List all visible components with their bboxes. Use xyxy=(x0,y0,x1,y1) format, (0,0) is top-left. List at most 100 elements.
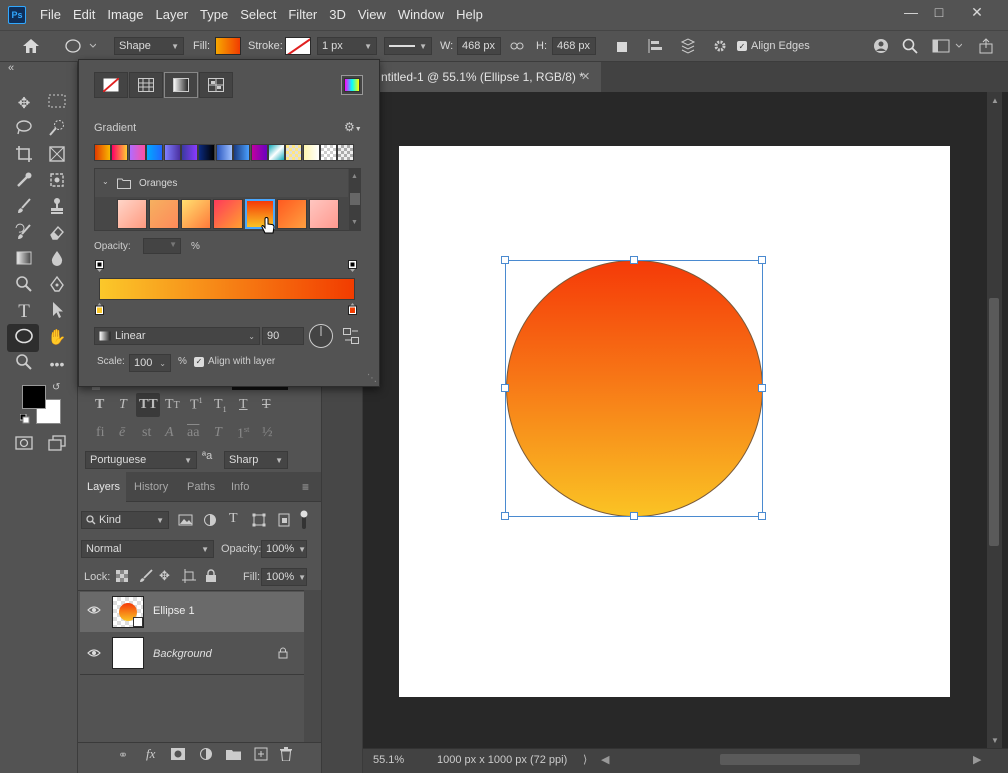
presets-scroll-up-icon[interactable]: ▲ xyxy=(351,173,358,180)
close-icon[interactable]: ✕ xyxy=(962,0,992,26)
foreground-color-swatch[interactable] xyxy=(22,385,46,409)
trash-icon[interactable] xyxy=(280,747,292,764)
layer-name[interactable]: Ellipse 1 xyxy=(153,605,195,617)
scroll-up-icon[interactable]: ▲ xyxy=(991,96,999,105)
add-mask-icon[interactable] xyxy=(171,748,185,763)
folder-header[interactable] xyxy=(95,169,348,197)
lock-artboard-icon[interactable] xyxy=(182,569,196,586)
fx-icon[interactable]: fx xyxy=(146,746,155,762)
pen-tool-icon[interactable] xyxy=(46,275,68,297)
stroke-swatch[interactable] xyxy=(285,37,311,55)
path-selection-tool-icon[interactable] xyxy=(46,301,68,323)
color-picker-button[interactable] xyxy=(341,75,363,95)
workspace-icon[interactable] xyxy=(932,31,962,61)
collapse-toolbar-icon[interactable]: « xyxy=(8,62,14,74)
visibility-eye-icon[interactable] xyxy=(87,605,101,618)
status-expand-icon[interactable]: ⟩ xyxy=(583,753,587,766)
faux-bold-icon[interactable]: T xyxy=(95,397,104,413)
recent-gradient-swatch[interactable] xyxy=(94,144,111,161)
menu-edit[interactable]: Edit xyxy=(67,0,101,30)
presets-scroll-thumb[interactable] xyxy=(350,193,360,205)
opacity-stop-right[interactable] xyxy=(348,260,357,272)
zoom-level[interactable]: 55.1% xyxy=(373,754,404,766)
small-caps-icon[interactable]: TT xyxy=(165,397,180,413)
menu-image[interactable]: Image xyxy=(101,0,149,30)
language-select[interactable]: Portuguese ▼ xyxy=(85,451,197,469)
link-layers-icon[interactable]: ⚭ xyxy=(118,748,128,762)
dodge-tool-icon[interactable] xyxy=(13,275,35,297)
lock-position-icon[interactable]: ✥ xyxy=(159,568,170,584)
spot-healing-tool-icon[interactable] xyxy=(46,171,68,193)
recent-gradient-swatch[interactable] xyxy=(146,144,164,161)
type-tool-icon[interactable]: T xyxy=(13,301,35,323)
ligatures-icon[interactable]: fi xyxy=(96,425,105,441)
layer-name[interactable]: Background xyxy=(153,648,212,660)
brush-tool-icon[interactable] xyxy=(13,197,35,219)
recent-gradient-swatch[interactable] xyxy=(302,144,320,161)
recent-gradient-swatch[interactable] xyxy=(233,144,251,161)
filter-shape-icon[interactable] xyxy=(252,513,266,530)
gradient-style-select[interactable]: Linear ⌄ xyxy=(94,327,260,345)
antialias-select[interactable]: Sharp ▼ xyxy=(224,451,288,469)
lock-transparent-icon[interactable] xyxy=(116,570,128,585)
document-tab[interactable]: ntitled-1 @ 55.1% (Ellipse 1, RGB/8) * ✕ xyxy=(363,62,601,92)
lock-pixels-icon[interactable] xyxy=(139,569,153,586)
gradient-tool-icon[interactable] xyxy=(13,249,35,271)
no-color-button[interactable] xyxy=(94,72,128,98)
layers-scrollbar[interactable] xyxy=(304,590,321,742)
recent-gradient-swatch[interactable] xyxy=(320,144,338,161)
recent-gradient-swatch[interactable] xyxy=(163,144,181,161)
menu-select[interactable]: Select xyxy=(234,0,282,30)
ordinals-icon[interactable]: 1st xyxy=(237,425,249,443)
layer-row-background[interactable]: Background xyxy=(80,633,305,673)
tab-info[interactable]: Info xyxy=(231,472,249,502)
gear-icon[interactable] xyxy=(712,31,728,61)
history-brush-tool-icon[interactable] xyxy=(13,223,35,245)
height-field[interactable]: 468 px xyxy=(552,37,596,55)
scroll-right-icon[interactable]: ▶ xyxy=(973,753,981,766)
filter-toggle-icon[interactable] xyxy=(300,510,308,533)
transform-bounding-box[interactable] xyxy=(505,260,763,517)
menu-view[interactable]: View xyxy=(352,0,392,30)
zoom-tool-icon[interactable] xyxy=(13,353,35,375)
visibility-eye-icon[interactable] xyxy=(87,648,101,661)
filter-smart-object-icon[interactable] xyxy=(277,513,291,530)
path-alignment-icon[interactable] xyxy=(647,31,663,61)
menu-file[interactable]: File xyxy=(34,0,67,30)
orange-preset-3[interactable] xyxy=(181,199,211,229)
pattern-button[interactable] xyxy=(199,72,233,98)
path-arrangement-icon[interactable] xyxy=(678,31,698,61)
default-colors-icon[interactable] xyxy=(19,413,30,427)
blur-tool-icon[interactable] xyxy=(46,249,68,271)
handle-bottom-right[interactable] xyxy=(758,512,766,520)
frame-tool-icon[interactable] xyxy=(46,145,68,167)
filter-adjustment-icon[interactable] xyxy=(203,513,217,530)
folder-chevron-down-icon[interactable]: ⌄ xyxy=(102,177,109,186)
menu-help[interactable]: Help xyxy=(450,0,489,30)
crop-tool-icon[interactable] xyxy=(13,145,35,167)
blend-mode-select[interactable]: Normal ▼ xyxy=(81,540,214,558)
close-tab-icon[interactable]: ✕ xyxy=(581,62,590,92)
angle-dial-icon[interactable] xyxy=(308,323,334,352)
layer-opacity-field[interactable]: 100% ▼ xyxy=(261,540,307,558)
ellipse-tool-preset-icon[interactable] xyxy=(64,31,96,61)
subscript-icon[interactable]: T1 xyxy=(214,397,227,414)
underline-icon[interactable]: T xyxy=(239,397,248,413)
handle-bottom-left[interactable] xyxy=(501,512,509,520)
move-tool-icon[interactable]: ✥ xyxy=(13,93,35,115)
handle-top-center[interactable] xyxy=(630,256,638,264)
new-group-icon[interactable] xyxy=(226,748,242,763)
orange-preset-6[interactable] xyxy=(277,199,307,229)
recent-gradient-swatch[interactable] xyxy=(180,144,198,161)
popup-resize-grip-icon[interactable]: ⋱ xyxy=(367,373,377,384)
swap-colors-icon[interactable]: ↺ xyxy=(52,382,60,393)
horizontal-scroll-thumb[interactable] xyxy=(720,754,860,765)
link-icon[interactable] xyxy=(510,31,524,61)
handle-middle-left[interactable] xyxy=(501,384,509,392)
color-stop-left[interactable] xyxy=(95,303,104,315)
tab-paths[interactable]: Paths xyxy=(187,472,215,502)
eyedropper-tool-icon[interactable] xyxy=(13,171,35,193)
superscript-icon[interactable]: T1 xyxy=(190,396,203,414)
ellipse-tool-icon[interactable] xyxy=(13,327,35,349)
new-layer-icon[interactable] xyxy=(254,747,268,764)
